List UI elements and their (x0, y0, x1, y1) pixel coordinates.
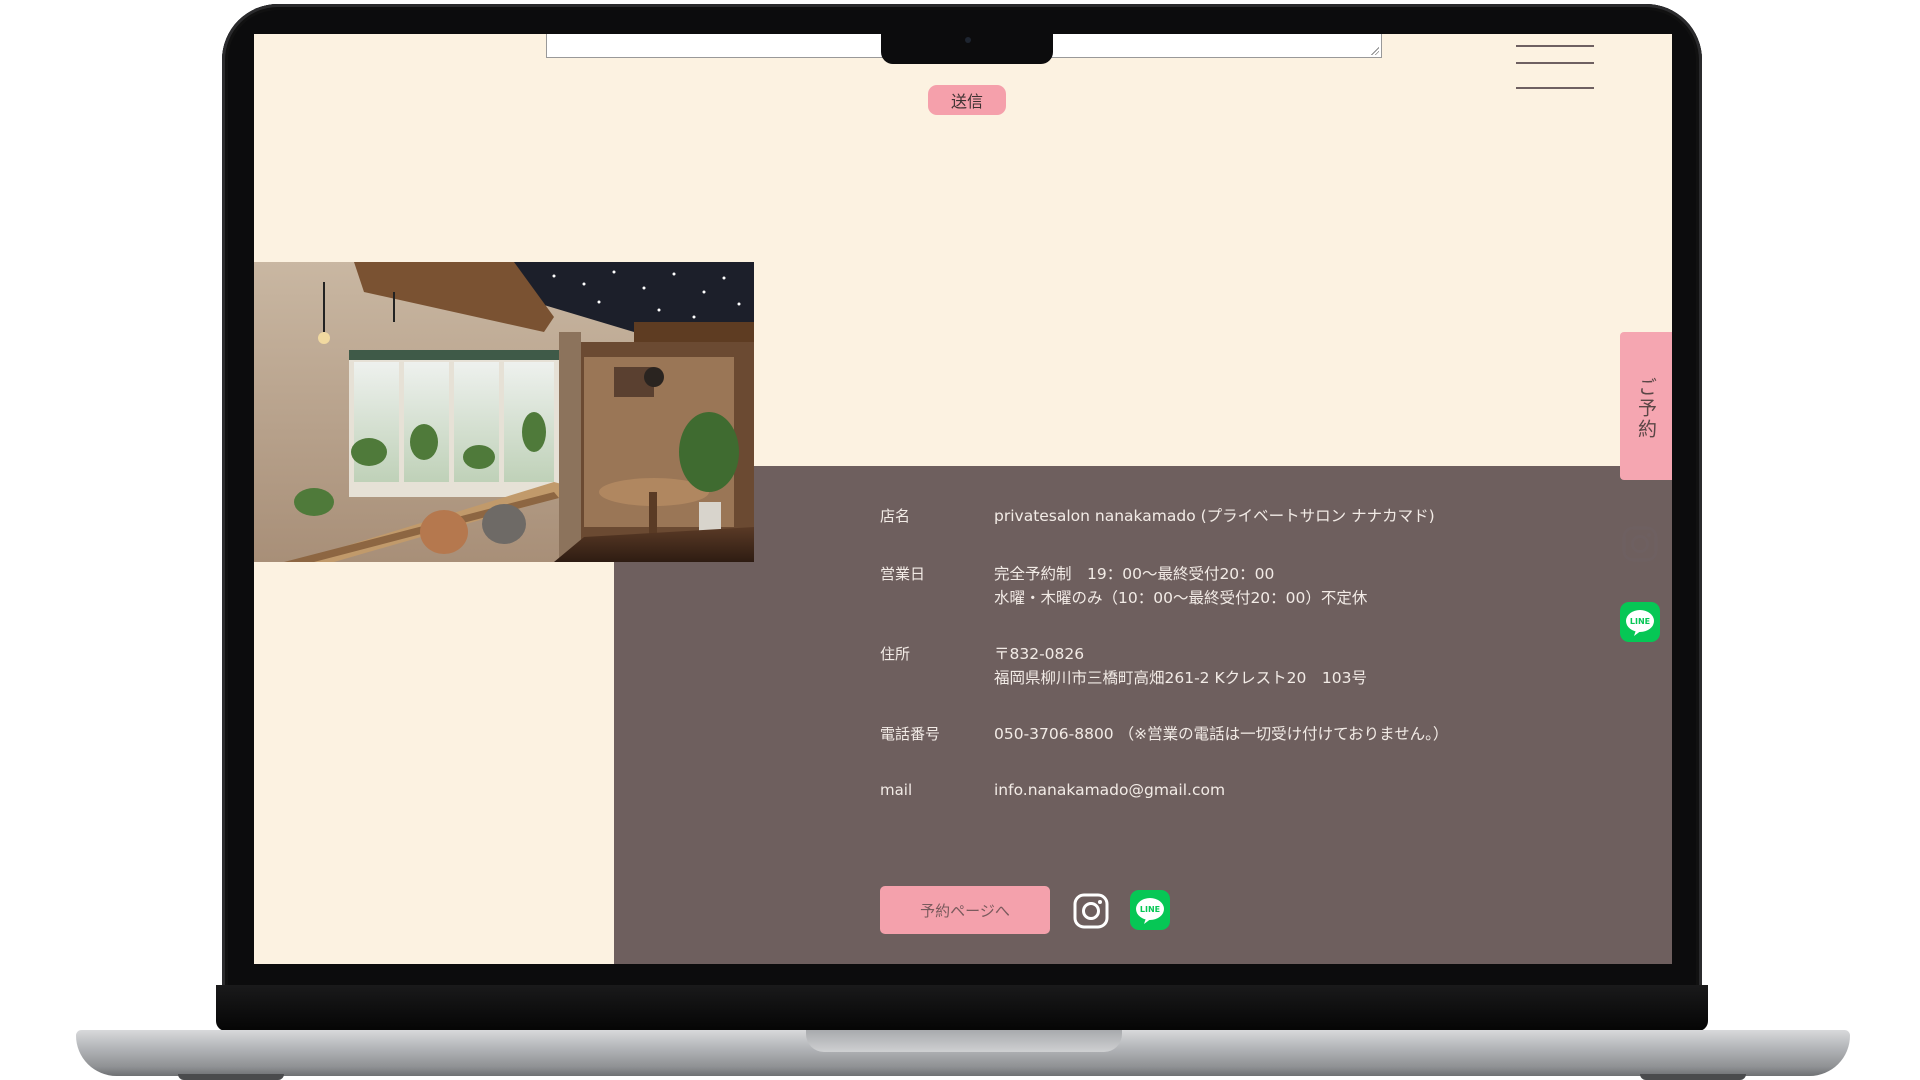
info-value-line: 〒832-0826 (994, 645, 1085, 663)
info-value-line: 水曜・木曜のみ（10：00〜最終受付20：00）不定休 (994, 589, 1368, 607)
info-value-line: privatesalon nanakamado (プライベートサロン ナナカマド… (994, 507, 1435, 525)
info-value-line: 福岡県柳川市三橋町高畑261-2 Kクレスト20 103号 (994, 669, 1367, 687)
side-reserve-label: ご予約 (1635, 376, 1657, 440)
shop-interior-photo (254, 262, 754, 562)
menu-line (1516, 62, 1594, 64)
info-label: 店名 (880, 507, 911, 525)
info-value: 〒832-0826 福岡県柳川市三橋町高畑261-2 Kクレスト20 103号 (994, 642, 1367, 690)
info-value: privatesalon nanakamado (プライベートサロン ナナカマド… (994, 504, 1435, 528)
screen: 送信 店名 privatesalon nanakamado (プライベートサロン… (254, 34, 1672, 964)
info-value: info.nanakamado@gmail.com (994, 778, 1225, 802)
info-label: 電話番号 (880, 725, 941, 743)
resize-handle-icon[interactable] (1371, 47, 1379, 55)
reserve-page-button[interactable]: 予約ページへ (880, 886, 1050, 934)
laptop-foot-left (178, 1074, 284, 1080)
menu-icon[interactable] (1516, 44, 1594, 90)
menu-line (1516, 45, 1594, 47)
svg-text:LINE: LINE (1140, 905, 1160, 914)
svg-text:LINE: LINE (1630, 617, 1650, 626)
info-value-line: 050-3706-8800 （※営業の電話は一切受け付けておりません。） (994, 725, 1449, 743)
instagram-icon[interactable] (1072, 892, 1110, 930)
device-mockup: 送信 店名 privatesalon nanakamado (プライベートサロン… (0, 0, 1920, 1080)
instagram-icon[interactable] (1620, 524, 1660, 564)
info-value: 050-3706-8800 （※営業の電話は一切受け付けておりません。） (994, 722, 1448, 746)
submit-button[interactable]: 送信 (928, 85, 1006, 115)
camera-notch (881, 34, 1053, 64)
side-reserve-tab[interactable]: ご予約 (1620, 332, 1672, 480)
info-value: 完全予約制 19：00〜最終受付20：00 水曜・木曜のみ（10：00〜最終受付… (994, 562, 1367, 610)
menu-line (1516, 87, 1594, 89)
laptop-foot-right (1640, 1074, 1746, 1080)
info-value-line: 完全予約制 19：00〜最終受付20：00 (994, 565, 1275, 583)
line-icon[interactable]: LINE (1620, 602, 1660, 642)
info-label: 住所 (880, 645, 911, 663)
email-link[interactable]: info.nanakamado@gmail.com (994, 778, 1225, 802)
laptop-hinge (216, 985, 1708, 1031)
info-label: mail (880, 781, 913, 799)
laptop-opening-notch (806, 1030, 1122, 1052)
camera-icon (965, 37, 971, 43)
line-icon[interactable]: LINE (1130, 890, 1170, 930)
info-label: 営業日 (880, 565, 926, 583)
